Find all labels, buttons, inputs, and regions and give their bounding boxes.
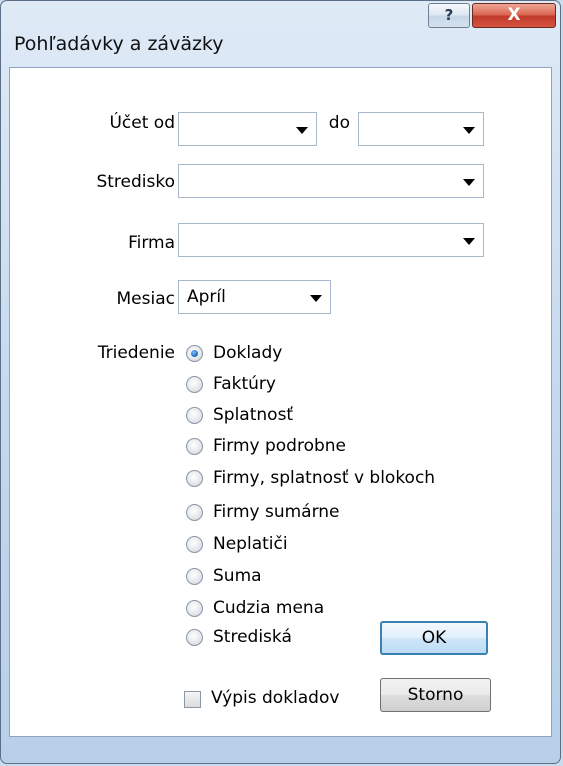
help-icon: ? [444, 6, 454, 24]
radio-button-icon [186, 470, 203, 487]
radio-label: Doklady [213, 343, 283, 363]
chevron-down-icon [310, 295, 322, 302]
chevron-down-icon [463, 238, 475, 245]
ucet-od-label: Účet od [109, 113, 175, 133]
mesiac-combo[interactable]: Apríl [178, 280, 331, 314]
stredisko-label: Stredisko [96, 172, 175, 192]
ucet-od-combo[interactable] [178, 112, 317, 146]
radio-button-icon [186, 345, 203, 362]
radio-button-icon [186, 568, 203, 585]
radio-label: Firmy podrobne [213, 436, 347, 456]
stredisko-combo[interactable] [178, 164, 484, 198]
dialog-window: Pohľadávky a záväzky ? X Účet od do Stre… [0, 0, 561, 764]
radio-button-icon [186, 407, 203, 424]
radio-label: Splatnosť [213, 405, 294, 425]
close-button[interactable]: X [472, 3, 556, 28]
radio-label: Neplatiči [213, 534, 288, 554]
ok-button[interactable]: OK [380, 621, 488, 655]
chevron-down-icon [463, 127, 475, 134]
radio-label: Strediská [213, 627, 292, 647]
radio-button-icon [186, 629, 203, 646]
chevron-down-icon [463, 179, 475, 186]
ucet-do-combo[interactable] [358, 112, 484, 146]
mesiac-value: Apríl [187, 287, 226, 307]
close-icon: X [507, 5, 521, 25]
radio-label: Firmy sumárne [213, 502, 340, 522]
radio-button-icon [186, 504, 203, 521]
radio-label: Cudzia mena [213, 598, 325, 618]
storno-button[interactable]: Storno [380, 678, 491, 712]
chevron-down-icon [296, 127, 308, 134]
help-button[interactable]: ? [428, 3, 470, 28]
radio-label: Firmy, splatnosť v blokoch [213, 468, 436, 488]
dialog-title: Pohľadávky a záväzky [14, 33, 224, 55]
firma-label: Firma [128, 233, 175, 253]
radio-button-icon [186, 600, 203, 617]
radio-button-icon [186, 536, 203, 553]
radio-label: Suma [213, 566, 262, 586]
dialog-content: Účet od do Stredisko Firma Mesiac Apríl [9, 67, 552, 737]
firma-combo[interactable] [178, 223, 484, 257]
vypis-dokladov-label: Výpis dokladov [211, 688, 340, 708]
do-label: do [328, 113, 350, 133]
checkbox-icon [184, 691, 201, 708]
radio-label: Faktúry [213, 374, 276, 394]
triedenie-label: Triedenie [97, 343, 175, 363]
radio-button-icon [186, 438, 203, 455]
mesiac-label: Mesiac [116, 289, 175, 309]
radio-button-icon [186, 376, 203, 393]
